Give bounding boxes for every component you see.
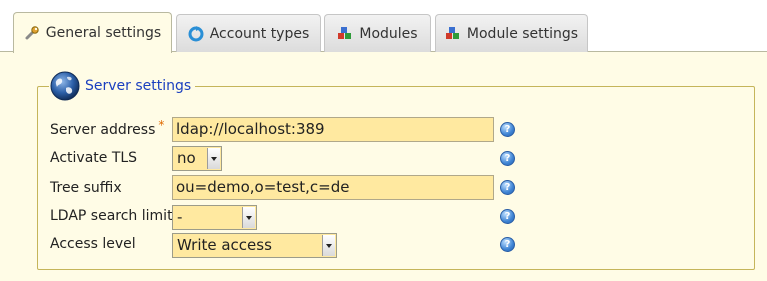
ldap-search-limit-select[interactable]: - — [172, 205, 257, 230]
wrench-icon — [25, 26, 39, 40]
select-value: - — [177, 208, 183, 226]
server-settings-legend: Server settings — [49, 68, 196, 104]
globe-icon — [50, 71, 80, 101]
tab-label: Account types — [209, 25, 310, 42]
sync-icon — [188, 25, 204, 41]
tab-label: Module settings — [466, 25, 579, 42]
help-icon[interactable]: ? — [500, 151, 515, 166]
tab-account-types[interactable]: Account types — [176, 14, 321, 52]
tab-label: General settings — [45, 25, 162, 41]
access-level-select[interactable]: Write access — [172, 233, 337, 258]
chevron-down-icon — [207, 148, 220, 169]
modules-icon — [338, 26, 352, 39]
help-icon[interactable]: ? — [500, 122, 515, 137]
help-icon[interactable]: ? — [500, 237, 515, 252]
ldap-search-limit-label: LDAP search limit — [50, 208, 173, 224]
tab-label: Modules — [359, 25, 418, 42]
tab-module-settings[interactable]: Module settings — [435, 14, 588, 52]
required-marker: * — [158, 118, 165, 132]
chevron-down-icon — [242, 207, 255, 228]
help-icon[interactable]: ? — [500, 180, 515, 195]
tab-general-settings[interactable]: General settings — [13, 12, 172, 53]
activate-tls-label: Activate TLS — [50, 150, 138, 166]
select-value: no — [177, 149, 196, 167]
tab-bar: General settings Account types Modules M… — [0, 0, 767, 53]
tree-suffix-input[interactable]: ou=demo,o=test,c=de — [172, 175, 494, 200]
help-icon[interactable]: ? — [500, 209, 515, 224]
server-address-input[interactable]: ldap://localhost:389 — [172, 117, 494, 142]
chevron-down-icon — [322, 235, 335, 256]
activate-tls-select[interactable]: no — [172, 146, 222, 171]
select-value: Write access — [177, 236, 272, 254]
fieldset-legend-label: Server settings — [85, 78, 192, 94]
tree-suffix-label: Tree suffix — [50, 180, 122, 196]
modules-icon — [445, 26, 459, 39]
access-level-label: Access level — [50, 236, 136, 252]
server-address-label: Server address * — [50, 118, 165, 138]
tab-modules[interactable]: Modules — [324, 14, 431, 52]
